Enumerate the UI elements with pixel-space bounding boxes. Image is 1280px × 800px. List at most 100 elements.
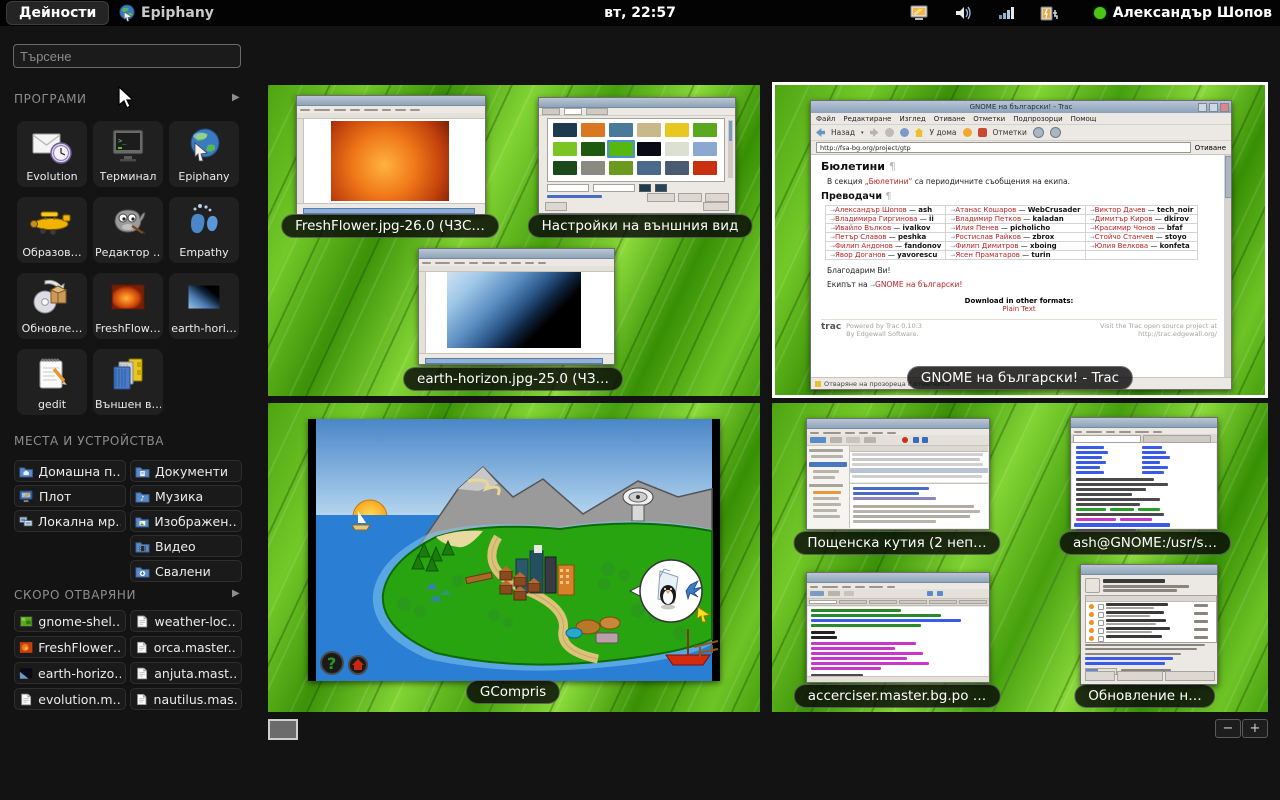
toolbar[interactable] — [807, 589, 989, 599]
translator-link[interactable]: Петър Славов — [835, 233, 886, 241]
terminal-window[interactable] — [1070, 417, 1218, 530]
translator-link[interactable]: Илия Пенев — [955, 224, 998, 232]
help-button[interactable] — [545, 202, 567, 211]
app-tile-gcompris[interactable]: Образов… — [17, 197, 87, 263]
go-button[interactable]: Отиване — [1195, 144, 1226, 152]
trac-site-link[interactable]: http://trac.edgewall.org/ — [1138, 330, 1217, 338]
bookmark-icon[interactable] — [978, 128, 987, 137]
workspace-indicator[interactable] — [268, 719, 298, 740]
close-button[interactable] — [703, 202, 729, 211]
battery-icon[interactable] — [1040, 5, 1062, 21]
translator-link[interactable]: Атанас Кошаров — [955, 206, 1016, 214]
action-buttons[interactable] — [647, 193, 729, 202]
recent-item[interactable]: earth-horizo… — [14, 662, 126, 684]
gcompris-window[interactable]: ? — [308, 419, 720, 681]
translator-link[interactable]: Виктор Дачев — [1095, 206, 1146, 214]
window-label-gimp-earth[interactable]: earth-horizon.jpg-25.0 (ЧЗ… — [403, 367, 623, 391]
app-tile-earthhorizon[interactable]: earth-hori… — [169, 273, 239, 339]
recent-item[interactable]: orca.master.… — [130, 636, 242, 658]
window-titlebar[interactable]: GNOME на български! - Trac — [811, 101, 1231, 113]
app-tile-empathy[interactable]: Empathy — [169, 197, 239, 263]
style-dropdowns[interactable] — [547, 184, 667, 192]
add-workspace-button[interactable]: + — [1242, 719, 1268, 738]
app-tile-updates[interactable]: Обновле… — [17, 273, 87, 339]
translator-link[interactable]: Александър Шопов — [835, 206, 907, 214]
window-buttons[interactable] — [1198, 103, 1229, 112]
appearance-window[interactable] — [538, 97, 736, 214]
translator-link[interactable]: Красимир Чонов — [1095, 224, 1156, 232]
translator-link[interactable]: Стойчо Станчев — [1095, 233, 1154, 241]
reload-icon[interactable] — [900, 128, 909, 137]
updates-list[interactable] — [1085, 595, 1217, 643]
trac-logo[interactable]: trac — [821, 322, 841, 338]
recent-item[interactable]: anjuta.mast… — [130, 662, 242, 684]
window-label-gimp-flower[interactable]: FreshFlower.jpg-26.0 (ЧЗС… — [281, 214, 499, 238]
app-tile-appearance[interactable]: Външен в… — [93, 349, 163, 415]
translator-link[interactable]: Ивайло Вълков — [835, 224, 891, 232]
translator-link[interactable]: Явор Доганов — [835, 251, 886, 259]
app-tile-freshflower[interactable]: FreshFlow… — [93, 273, 163, 339]
bookmarks-label[interactable]: Отметки — [993, 128, 1027, 137]
translator-link[interactable]: Юлия Велкова — [1095, 242, 1149, 250]
app-tile-epiphany[interactable]: Epiphany — [169, 121, 239, 187]
zoom-out-icon[interactable] — [1033, 127, 1044, 138]
app-tile-evolution[interactable]: Evolution — [17, 121, 87, 187]
browser-toolbar[interactable]: Назад▾ У дома Отметки — [811, 125, 1231, 141]
po-editor-window[interactable] — [806, 572, 990, 683]
translator-link[interactable]: Филип Андонов — [835, 242, 893, 250]
back-label[interactable]: Назад — [831, 128, 855, 137]
programs-expand-icon[interactable]: ▶ — [232, 92, 240, 103]
place-item-home[interactable]: Домашна п… — [14, 460, 126, 482]
browser-urlbar[interactable]: http://fsa-bg.org/project/gtp Отиване — [811, 141, 1231, 155]
scrollbar[interactable] — [425, 358, 603, 364]
app-tile-terminal[interactable]: >_ Терминал — [93, 121, 163, 187]
recent-item[interactable]: gnome-shel… — [14, 610, 126, 632]
tab-bar[interactable] — [807, 599, 989, 606]
window-label-terminal[interactable]: ash@GNOME:/usr/s… — [1059, 531, 1231, 555]
selected-wallpaper[interactable] — [607, 140, 635, 158]
activities-button[interactable]: Дейности — [6, 1, 109, 25]
network-signal-icon[interactable] — [998, 5, 1016, 21]
app-tile-gimp[interactable]: Редактор … — [93, 197, 163, 263]
volume-icon[interactable] — [954, 5, 974, 21]
place-item-music[interactable]: ♪ Музика — [130, 485, 242, 507]
window-label-evolution[interactable]: Пощенска кутия (2 неп… — [793, 531, 1000, 555]
recent-item[interactable]: evolution.m… — [14, 688, 126, 710]
back-icon[interactable] — [816, 128, 825, 137]
place-item-pictures[interactable]: Изображен… — [130, 510, 242, 532]
place-item-downloads[interactable]: Свалени — [130, 560, 242, 582]
browser-menubar[interactable]: ФайлРедактиранеИзглед ОтиванеОтметкиПодп… — [811, 113, 1231, 125]
window-label-trac[interactable]: GNOME на български! - Trac — [907, 366, 1133, 390]
translator-link[interactable]: Ростислав Райков — [955, 233, 1021, 241]
translator-link[interactable]: Филип Димитров — [955, 242, 1018, 250]
display-icon[interactable] — [910, 5, 930, 21]
place-item-desktop[interactable]: Плот — [14, 485, 126, 507]
scrollbar[interactable] — [1224, 155, 1231, 377]
window-label-editor[interactable]: accerciser.master.bg.po … — [794, 684, 1001, 708]
intro-link[interactable]: „Бюлетини“ — [865, 177, 913, 186]
tab-bar[interactable] — [1071, 434, 1217, 443]
toolbar[interactable] — [807, 435, 989, 446]
forward-icon[interactable] — [870, 128, 879, 137]
gimp-earth-window[interactable] — [418, 248, 615, 365]
window-label-appearance[interactable]: Настройки на външния вид — [528, 214, 753, 238]
recent-expand-icon[interactable]: ▶ — [232, 588, 240, 599]
gimp-freshflower-window[interactable] — [296, 95, 486, 215]
place-item-documents[interactable]: Документи — [130, 460, 242, 482]
recent-item[interactable]: FreshFlower… — [14, 636, 126, 658]
history-icon[interactable] — [963, 128, 972, 137]
translator-link[interactable]: Владимир Петков — [955, 215, 1021, 223]
search-input[interactable] — [13, 44, 241, 68]
message-list[interactable] — [850, 446, 988, 482]
translator-link[interactable]: Владимира Гиргинова — [835, 215, 918, 223]
update-manager-window[interactable] — [1080, 564, 1218, 685]
url-input[interactable]: http://fsa-bg.org/project/gtp — [816, 142, 1191, 153]
window-label-updates[interactable]: Обновление н… — [1074, 684, 1215, 708]
remove-workspace-button[interactable]: − — [1215, 719, 1241, 738]
app-tile-gedit[interactable]: gedit — [17, 349, 87, 415]
home-label[interactable]: У дома — [930, 128, 957, 137]
evolution-window[interactable] — [806, 418, 990, 530]
recent-item[interactable]: weather-loc… — [130, 610, 242, 632]
place-item-network[interactable]: Локална мр… — [14, 510, 126, 532]
user-menu[interactable]: Александър Шопов — [1094, 0, 1272, 26]
